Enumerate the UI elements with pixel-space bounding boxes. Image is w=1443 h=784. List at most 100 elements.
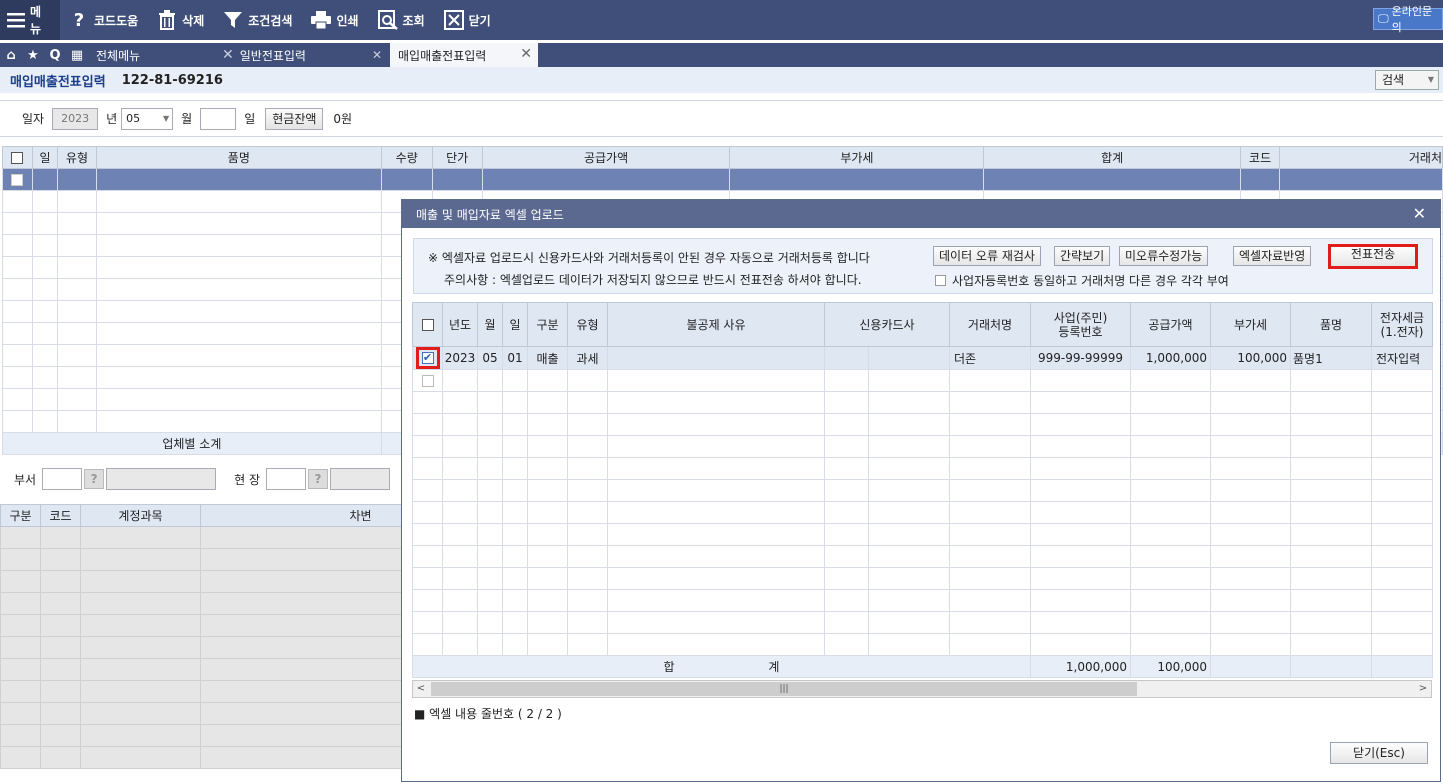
cell-day: 01 (502, 346, 528, 370)
editable-errors-button[interactable]: 미오류수정가능 (1119, 246, 1209, 266)
star-icon[interactable]: ★ (22, 43, 44, 67)
tab-label: 전체메뉴 (96, 48, 141, 63)
print-button[interactable]: 인쇄 (302, 0, 368, 40)
year-field[interactable]: 2023 (52, 107, 99, 130)
row-checkbox[interactable]: ✔ (412, 346, 443, 370)
row-checkbox[interactable] (2, 168, 33, 191)
dept-help-button[interactable]: ? (84, 469, 105, 489)
month-select[interactable]: 05 ▼ (121, 107, 174, 130)
col-vat: 부가세 (729, 146, 985, 169)
table-row[interactable] (412, 501, 1433, 524)
page-header: 매입매출전표입력 122-81-69216 검색 (0, 67, 1443, 93)
col-price: 단가 (431, 146, 483, 169)
table-row[interactable] (412, 633, 1433, 656)
tab-general-voucher[interactable]: ✕ 일반전표입력 (214, 43, 364, 67)
col-year: 년도 (442, 302, 478, 347)
cash-balance-button[interactable]: 현금잔액 (265, 107, 324, 130)
cell-month: 05 (477, 346, 503, 370)
menu-button[interactable]: 메뉴 (0, 0, 60, 40)
cell-bizno: 999-99-99999 (1030, 346, 1131, 370)
col-type: 유형 (56, 146, 97, 169)
table-row[interactable] (412, 479, 1433, 502)
dialog-close-button[interactable]: 닫기(Esc) (1330, 742, 1428, 764)
scroll-left-icon[interactable]: < (413, 681, 429, 697)
scroll-right-icon[interactable]: > (1415, 681, 1431, 697)
col-account: 계정과목 (80, 504, 201, 527)
col-day: 일 (502, 302, 528, 347)
delete-button[interactable]: 삭제 (148, 0, 214, 40)
site-code-field[interactable] (266, 468, 306, 490)
close-button[interactable]: 닫기 (435, 0, 501, 40)
horizontal-scrollbar[interactable]: < ||| > (412, 680, 1432, 698)
row-counter: ■ 엑셀 내용 줄번호 ( 2 / 2 ) (414, 707, 562, 721)
day-field[interactable] (200, 107, 237, 130)
apply-excel-button[interactable]: 엑셀자료반영 (1233, 246, 1312, 266)
table-row[interactable] (412, 545, 1433, 568)
quick-search-icon[interactable]: Q (44, 43, 66, 67)
tab-label: 일반전표입력 (239, 48, 306, 63)
tab-purchase-sales-voucher[interactable]: 매입매출전표입력 ✕ (390, 43, 538, 67)
col-bizno: 사업(주민) 등록번호 (1030, 302, 1131, 347)
option-checkbox[interactable] (935, 275, 946, 286)
cell-partner: 더존 (949, 346, 1031, 370)
business-number: 122-81-69216 (121, 72, 223, 88)
select-all-checkbox[interactable] (2, 146, 33, 169)
table-row[interactable] (412, 589, 1433, 612)
table-row[interactable] (412, 611, 1433, 634)
brief-view-button[interactable]: 간략보기 (1054, 246, 1111, 266)
table-row[interactable] (412, 523, 1433, 546)
table-row[interactable] (2, 168, 1443, 191)
site-name-field (330, 468, 390, 490)
monitor-icon: 🖵 (1378, 12, 1389, 25)
dept-code-field[interactable] (42, 468, 83, 490)
calendar-icon[interactable]: ▦ (66, 43, 88, 67)
table-row[interactable]: ✔ 2023 05 01 매출 과세 더존 999-99-99999 1,000… (412, 346, 1433, 370)
lookup-label: 조회 (402, 13, 425, 28)
tab-label: 매입매출전표입력 (398, 48, 487, 63)
dialog-titlebar: 매출 및 매입자료 엑셀 업로드 ✕ (402, 200, 1440, 228)
table-row[interactable] (412, 567, 1433, 590)
table-row[interactable] (412, 457, 1433, 480)
table-row[interactable] (412, 369, 1433, 392)
online-inquiry-button[interactable]: 🖵 온라인문의 (1373, 5, 1443, 34)
col-supply: 공급가액 (481, 146, 731, 169)
table-row[interactable] (412, 413, 1433, 436)
search-dropdown[interactable]: 검색 (1375, 70, 1439, 90)
trash-icon (156, 9, 178, 31)
table-row[interactable] (412, 435, 1433, 458)
tab-close-icon[interactable]: ✕ (520, 46, 532, 62)
dept-label: 부서 (14, 472, 37, 487)
total-row: 합 계 1,000,000 100,000 (412, 655, 1433, 678)
scroll-thumb[interactable]: ||| (431, 682, 1137, 696)
col-bizno-line2: 등록번호 (1058, 324, 1103, 339)
department-row: 부서 ? 현 장 ? (0, 460, 400, 498)
total-supply: 1,000,000 (1030, 655, 1131, 678)
recheck-errors-button[interactable]: 데이터 오류 재검사 (933, 246, 1041, 266)
select-all-checkbox[interactable] (412, 302, 443, 347)
month-value: 05 (126, 111, 141, 125)
dept-name-field (106, 468, 217, 490)
same-bizno-option[interactable]: 사업자등록번호 동일하고 거래처명 다른 경우 각각 부여 (935, 272, 1229, 289)
col-type: 유형 (567, 302, 608, 347)
site-help-button[interactable]: ? (308, 469, 328, 489)
home-icon[interactable]: ⌂ (0, 43, 22, 67)
col-vat: 부가세 (1210, 302, 1291, 347)
send-voucher-button[interactable]: 전표전송 (1328, 244, 1418, 269)
table-row[interactable] (412, 391, 1433, 414)
subtotal-label: 업체별 소계 (2, 432, 382, 455)
close-icon[interactable]: ✕ (1413, 204, 1426, 223)
search-dropdown-label: 검색 (1382, 73, 1405, 87)
tab-close-icon[interactable]: ✕ (222, 47, 234, 63)
lookup-button[interactable]: 조회 (369, 0, 435, 40)
tab-all-menu[interactable]: 전체메뉴 (88, 43, 214, 67)
filter-icon (222, 9, 244, 31)
close-label: 닫기 (468, 13, 491, 28)
filter-search-button[interactable]: 조건검색 (214, 0, 302, 40)
col-total: 합계 (983, 146, 1242, 169)
row-checkbox[interactable] (412, 369, 443, 392)
code-help-button[interactable]: ? 코드도움 (60, 0, 148, 40)
tab-close-icon[interactable]: ✕ (364, 43, 390, 67)
close-box-icon (443, 9, 465, 31)
cell-etax: 전자입력 (1371, 346, 1433, 370)
col-card-company: 신용카드사 (824, 302, 950, 347)
